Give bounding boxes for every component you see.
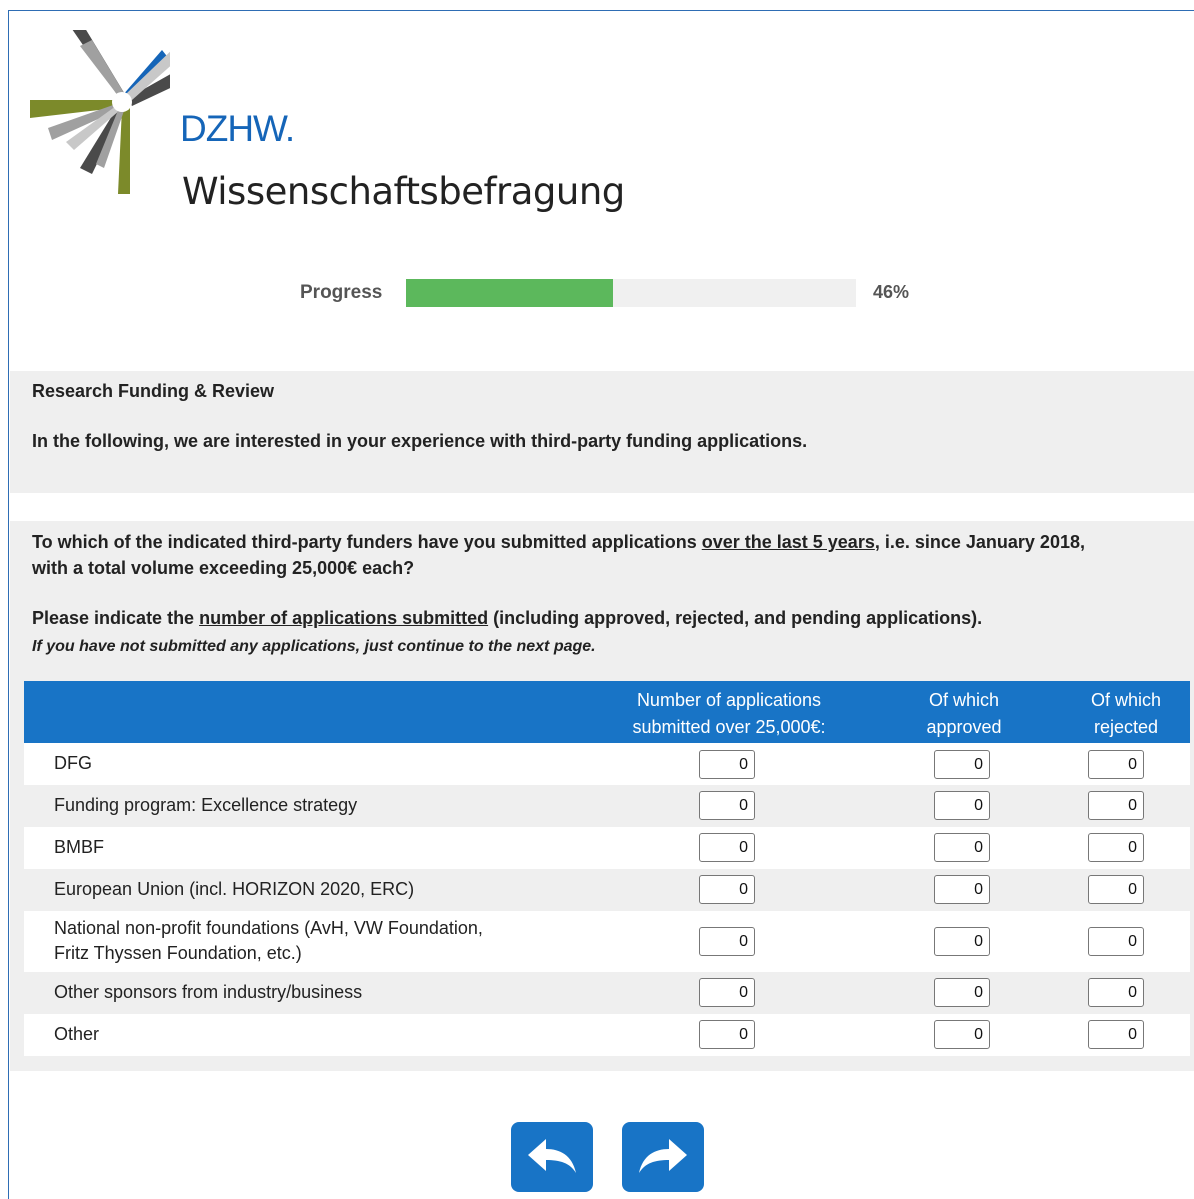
approved-count-input[interactable]: 0 xyxy=(934,875,990,904)
table-row: Other sponsors from industry/business 0 … xyxy=(24,972,1190,1014)
question-text-part: To which of the indicated third-party fu… xyxy=(32,532,702,552)
row-label-line: National non-profit foundations (AvH, VW… xyxy=(54,918,483,938)
logo-brand-dzhw: DZHW. xyxy=(180,108,295,149)
grid-header: Number of applications submitted over 25… xyxy=(24,681,1190,743)
progress-bar-fill xyxy=(406,279,613,307)
rejected-count-input[interactable]: 0 xyxy=(1088,833,1144,862)
column-header-line: submitted over 25,000€: xyxy=(632,717,826,737)
approved-count-input[interactable]: 0 xyxy=(934,833,990,862)
rejected-count-input[interactable]: 0 xyxy=(1088,875,1144,904)
column-header-line: Number of applications xyxy=(636,690,822,710)
submitted-count-input[interactable]: 0 xyxy=(699,750,755,779)
instruction-text-part: Please indicate the xyxy=(32,608,200,628)
column-header-approved: Of which approved xyxy=(904,687,1024,741)
column-header-line: Of which xyxy=(928,690,1000,710)
intro-text: In the following, we are interested in y… xyxy=(32,431,808,451)
question-text-line1: To which of the indicated third-party fu… xyxy=(32,532,1085,553)
column-header-submitted: Number of applications submitted over 25… xyxy=(609,687,849,741)
submitted-count-input[interactable]: 0 xyxy=(699,791,755,820)
table-row: BMBF 0 0 0 xyxy=(24,827,1190,869)
instruction-text: Please indicate the number of applicatio… xyxy=(32,608,982,629)
submitted-count-input[interactable]: 0 xyxy=(699,927,755,956)
instruction-text-part: (including approved, rejected, and pendi… xyxy=(488,608,983,628)
arrow-forward-icon xyxy=(639,1139,687,1173)
submitted-count-input[interactable]: 0 xyxy=(699,1020,755,1049)
logo-burst-icon xyxy=(30,0,200,194)
column-header-line: Of which xyxy=(1090,690,1162,710)
approved-count-input[interactable]: 0 xyxy=(934,927,990,956)
approved-count-input[interactable]: 0 xyxy=(934,978,990,1007)
rejected-count-input[interactable]: 0 xyxy=(1088,927,1144,956)
table-row: Funding program: Excellence strategy 0 0… xyxy=(24,785,1190,827)
arrow-back-icon xyxy=(528,1139,576,1173)
rejected-count-input[interactable]: 0 xyxy=(1088,791,1144,820)
rejected-count-input[interactable]: 0 xyxy=(1088,978,1144,1007)
instruction-hint: If you have not submitted any applicatio… xyxy=(32,638,596,655)
section-title: Research Funding & Review xyxy=(32,381,275,401)
table-row: DFG 0 0 0 xyxy=(24,743,1190,785)
row-label: Other sponsors from industry/business xyxy=(54,982,363,1002)
rejected-count-input[interactable]: 0 xyxy=(1088,1020,1144,1049)
table-row: European Union (incl. HORIZON 2020, ERC)… xyxy=(24,869,1190,911)
rejected-count-input[interactable]: 0 xyxy=(1088,750,1144,779)
progress-label: Progress xyxy=(300,282,383,303)
approved-count-input[interactable]: 0 xyxy=(934,791,990,820)
column-header-rejected: Of which rejected xyxy=(1066,687,1186,741)
logo-brand-subtitle: Wissenschaftsbefragung xyxy=(182,170,625,213)
instruction-emphasis: number of applications submitted xyxy=(199,608,489,628)
question-text-line2: with a total volume exceeding 25,000€ ea… xyxy=(32,558,415,578)
row-label-line: Fritz Thyssen Foundation, etc.) xyxy=(54,943,302,963)
submitted-count-input[interactable]: 0 xyxy=(699,833,755,862)
intro-section: Research Funding & Review In the followi… xyxy=(10,371,1194,493)
dzhw-logo: DZHW. Wissenschaftsbefragung xyxy=(30,0,625,213)
column-header-line: rejected xyxy=(1093,717,1159,737)
row-label: DFG xyxy=(54,753,92,773)
row-label: National non-profit foundations (AvH, VW… xyxy=(54,916,483,966)
row-label: Funding program: Excellence strategy xyxy=(54,795,358,815)
row-label: European Union (incl. HORIZON 2020, ERC) xyxy=(54,879,415,899)
progress-bar xyxy=(406,279,856,307)
row-label: Other xyxy=(54,1024,100,1044)
approved-count-input[interactable]: 0 xyxy=(934,750,990,779)
progress-percent: 46% xyxy=(873,282,910,302)
table-row: Other 0 0 0 xyxy=(24,1014,1190,1056)
back-button[interactable] xyxy=(511,1122,593,1192)
next-button[interactable] xyxy=(622,1122,704,1192)
table-row: National non-profit foundations (AvH, VW… xyxy=(24,911,1190,972)
row-label: BMBF xyxy=(54,837,105,857)
submitted-count-input[interactable]: 0 xyxy=(699,875,755,904)
funding-applications-grid: Number of applications submitted over 25… xyxy=(24,681,1190,1056)
question-section: To which of the indicated third-party fu… xyxy=(10,521,1194,1071)
question-text-part: , i.e. since January 2018, xyxy=(874,532,1085,552)
question-emphasis-timeframe: over the last 5 years xyxy=(701,532,875,552)
submitted-count-input[interactable]: 0 xyxy=(699,978,755,1007)
column-header-line: approved xyxy=(926,717,1002,737)
approved-count-input[interactable]: 0 xyxy=(934,1020,990,1049)
